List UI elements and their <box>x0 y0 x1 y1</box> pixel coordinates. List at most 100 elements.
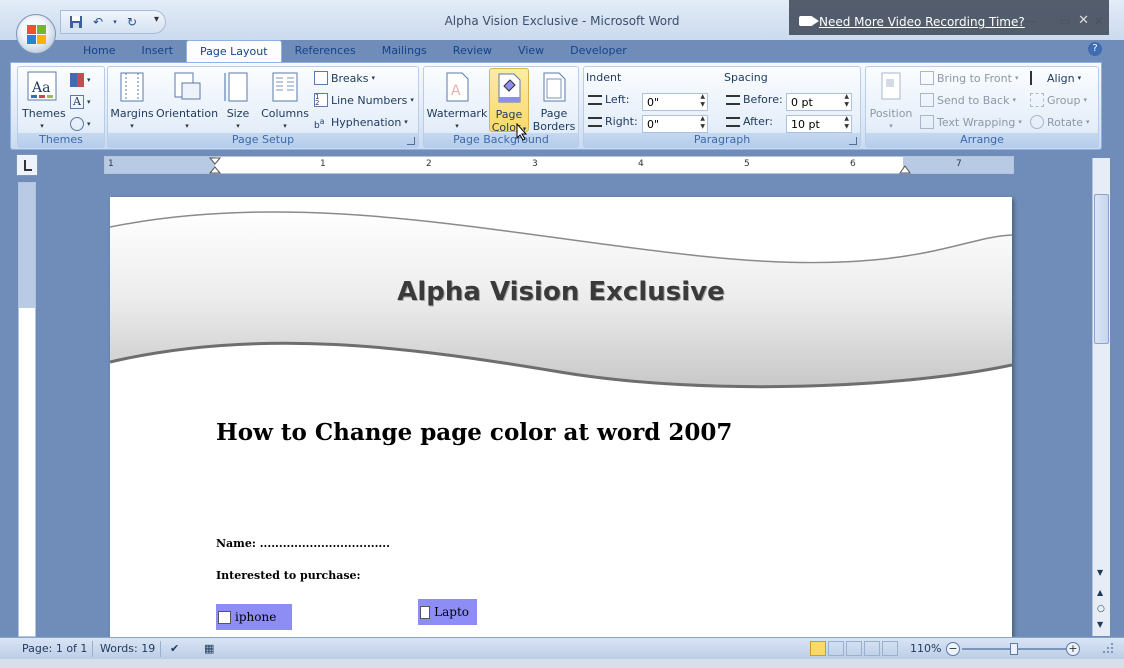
tab-mailings[interactable]: Mailings <box>369 40 440 62</box>
theme-colors-button[interactable]: ▾ <box>70 73 91 87</box>
macro-record-icon[interactable]: ▦ <box>204 642 214 655</box>
line-numbers-button[interactable]: 12 Line Numbers ▾ <box>314 93 414 107</box>
vertical-ruler[interactable] <box>18 182 36 637</box>
proofing-icon[interactable]: ✔ <box>170 642 179 655</box>
size-icon <box>223 71 253 103</box>
draft-view-icon[interactable] <box>882 641 898 656</box>
indent-left-input[interactable]: 0" <box>642 93 708 111</box>
view-buttons <box>810 641 898 656</box>
themes-caret-icon: ▾ <box>40 122 44 130</box>
status-bar: Page: 1 of 1 Words: 19 ✔ ▦ 110% − + <box>0 637 1124 659</box>
paragraph-launcher-icon[interactable] <box>849 137 857 145</box>
hyphenation-icon: ba <box>314 117 325 131</box>
indent-right-input[interactable]: 0" <box>642 115 708 133</box>
promo-link[interactable]: Need More Video Recording Time? <box>819 15 1025 29</box>
taskbar-edge <box>0 659 1124 668</box>
zoom-slider-knob[interactable] <box>1010 643 1018 655</box>
page-color-icon <box>494 72 524 104</box>
zoom-in-icon[interactable]: + <box>1066 642 1080 656</box>
page-borders-button[interactable]: Page Borders <box>532 71 576 133</box>
group-icon <box>1030 93 1044 107</box>
full-screen-reading-icon[interactable] <box>828 641 844 656</box>
spacing-after-input[interactable]: 10 pt <box>786 115 852 133</box>
page-borders-label-line1: Page <box>540 107 568 120</box>
resize-grip-icon[interactable] <box>1102 642 1114 654</box>
tab-selector-icon[interactable] <box>16 154 38 176</box>
mouse-cursor-icon <box>516 123 528 141</box>
document-page[interactable]: Alpha Vision Exclusive How to Change pag… <box>110 197 1012 637</box>
page-background-group: A Watermark ▾ Page Color ▾ Page Borders … <box>423 66 579 148</box>
office-logo-icon <box>27 25 47 45</box>
video-camera-icon <box>799 16 819 26</box>
watermark-button[interactable]: A Watermark ▾ <box>426 71 488 133</box>
tab-view[interactable]: View <box>505 40 557 62</box>
page-background-group-label: Page Background <box>424 133 578 147</box>
breaks-label: Breaks <box>331 71 369 85</box>
theme-fonts-button[interactable]: A ▾ <box>70 95 91 109</box>
recording-promo-banner: Need More Video Recording Time? ✕ <box>789 0 1109 35</box>
spacing-after-icon <box>726 116 740 127</box>
tab-page-layout[interactable]: Page Layout <box>186 40 282 62</box>
iphone-checkbox-item[interactable]: iphone <box>216 604 292 630</box>
horizontal-ruler[interactable]: 1 1 2 3 4 5 6 7 <box>104 156 1014 174</box>
ruler-left-margin <box>105 157 215 173</box>
page-borders-label-line2: Borders <box>532 120 576 133</box>
columns-button[interactable]: Columns ▾ <box>260 71 310 133</box>
themes-label: Themes <box>22 107 66 120</box>
spacing-before-label: Before: <box>726 93 783 106</box>
document-heading: How to Change page color at word 2007 <box>216 419 733 446</box>
tab-developer[interactable]: Developer <box>557 40 640 62</box>
right-indent-marker-icon[interactable] <box>899 163 911 175</box>
next-page-icon[interactable]: ▼ <box>1097 620 1103 629</box>
tab-references[interactable]: References <box>282 40 369 62</box>
zoom-out-icon[interactable]: − <box>946 642 960 656</box>
prev-page-icon[interactable]: ▲ <box>1097 588 1103 597</box>
web-layout-icon[interactable] <box>846 641 862 656</box>
margins-button[interactable]: Margins ▾ <box>110 71 154 133</box>
laptop-checkbox-item[interactable]: Lapto <box>418 599 477 625</box>
indent-marker-icon[interactable] <box>209 157 221 175</box>
watermark-caret-icon: ▾ <box>455 122 459 130</box>
tab-home[interactable]: Home <box>70 40 128 62</box>
orientation-button[interactable]: Orientation ▾ <box>154 71 220 133</box>
tab-review[interactable]: Review <box>440 40 505 62</box>
breaks-button[interactable]: Breaks ▾ <box>314 71 375 85</box>
spacing-before-input[interactable]: 0 pt <box>786 93 852 111</box>
browse-object-icon[interactable]: ○ <box>1097 604 1105 614</box>
scroll-down-arrow-icon[interactable]: ▼ <box>1097 568 1103 577</box>
laptop-checkbox[interactable] <box>420 605 431 619</box>
tab-insert[interactable]: Insert <box>128 40 186 62</box>
status-separator <box>92 641 93 657</box>
page-count[interactable]: Page: 1 of 1 <box>22 642 87 655</box>
send-to-back-button[interactable]: Send to Back ▾ <box>920 93 1016 107</box>
rotate-button[interactable]: Rotate ▾ <box>1030 115 1090 129</box>
size-button[interactable]: Size ▾ <box>222 71 254 133</box>
office-button[interactable] <box>16 14 56 54</box>
iphone-checkbox[interactable] <box>218 610 231 624</box>
help-icon[interactable]: ? <box>1088 42 1102 56</box>
promo-close-icon[interactable]: ✕ <box>1078 13 1089 28</box>
outline-view-icon[interactable] <box>864 641 880 656</box>
page-setup-launcher-icon[interactable] <box>407 137 415 145</box>
bring-to-front-button[interactable]: Bring to Front ▾ <box>920 71 1018 85</box>
ruler-number: 1 <box>108 159 114 169</box>
hyphenation-button[interactable]: ba Hyphenation ▾ <box>314 115 408 132</box>
word-count[interactable]: Words: 19 <box>100 642 155 655</box>
text-wrapping-button[interactable]: Text Wrapping ▾ <box>920 115 1022 129</box>
margins-icon <box>117 71 147 103</box>
position-caret-icon: ▾ <box>889 122 893 130</box>
vertical-scrollbar[interactable]: ▼ ▲ ○ ▼ <box>1092 158 1110 636</box>
indent-right-label: Right: <box>588 115 638 128</box>
hyphenation-label: Hyphenation <box>331 115 402 129</box>
indent-right-text: Right: <box>605 115 638 128</box>
position-button[interactable]: Position ▾ <box>868 71 914 133</box>
theme-effects-button[interactable]: ▾ <box>70 117 91 131</box>
print-layout-icon[interactable] <box>810 641 826 656</box>
scroll-thumb[interactable] <box>1094 194 1109 344</box>
themes-button[interactable]: Aa Themes ▾ <box>22 71 66 133</box>
align-button[interactable]: Align ▾ <box>1030 71 1081 85</box>
zoom-level[interactable]: 110% <box>910 642 941 655</box>
group-button[interactable]: Group ▾ <box>1030 93 1087 107</box>
theme-fonts-icon: A <box>70 95 84 109</box>
align-icon <box>1030 71 1044 85</box>
